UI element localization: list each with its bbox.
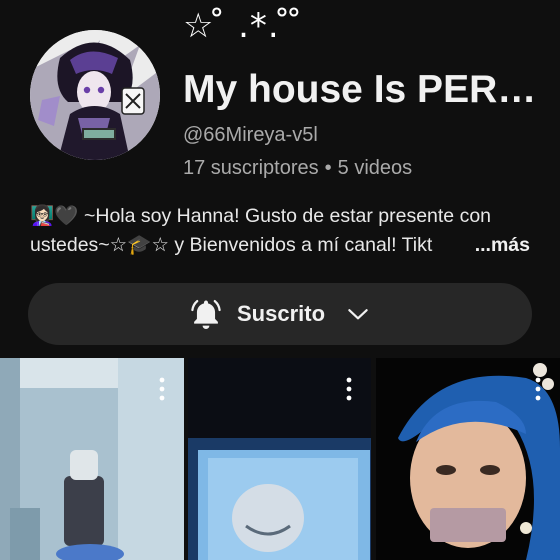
description-line-2: ustedes~☆🎓☆ y Bienvenidos a mí canal! Ti…: [30, 231, 530, 260]
channel-handle: @66Mireya-v5l: [183, 124, 318, 146]
subscriber-count: 17 suscriptores: [183, 157, 319, 179]
more-link[interactable]: ...más: [452, 231, 530, 260]
more-vert-icon[interactable]: [339, 376, 359, 402]
video-thumbnail[interactable]: [188, 358, 371, 560]
description-line-1: 👩🏻‍🏫🖤 ~Hola soy Hanna! Gusto de estar pr…: [30, 205, 492, 227]
channel-title: My house Is PER…: [183, 68, 537, 111]
more-vert-icon[interactable]: [528, 376, 548, 402]
channel-decoration: ☆ ̊ .*. ̊ ̊: [183, 6, 304, 46]
bell-icon: [191, 299, 221, 330]
video-thumbnail[interactable]: [0, 358, 184, 560]
channel-avatar[interactable]: [30, 30, 160, 160]
more-vert-icon[interactable]: [152, 376, 172, 402]
video-count: 5 videos: [337, 157, 413, 179]
subscribed-button[interactable]: Suscrito: [28, 283, 532, 345]
more-vert-glyph: [535, 377, 541, 401]
anime-character-avatar-image: [30, 30, 160, 160]
description-line-2-text: ustedes~☆🎓☆ y Bienvenidos a mí canal! Ti…: [30, 234, 433, 256]
channel-stats: 17 suscriptores • 5 videos: [183, 155, 412, 181]
channel-description[interactable]: 👩🏻‍🏫🖤 ~Hola soy Hanna! Gusto de estar pr…: [30, 202, 530, 260]
more-vert-glyph: [159, 377, 165, 401]
video-thumbnail[interactable]: [376, 358, 560, 560]
video-grid: [0, 358, 560, 560]
subscribed-label: Suscrito: [236, 301, 326, 326]
chevron-down-icon: [348, 309, 368, 320]
more-vert-glyph: [346, 377, 352, 401]
stats-separator: •: [324, 157, 332, 179]
